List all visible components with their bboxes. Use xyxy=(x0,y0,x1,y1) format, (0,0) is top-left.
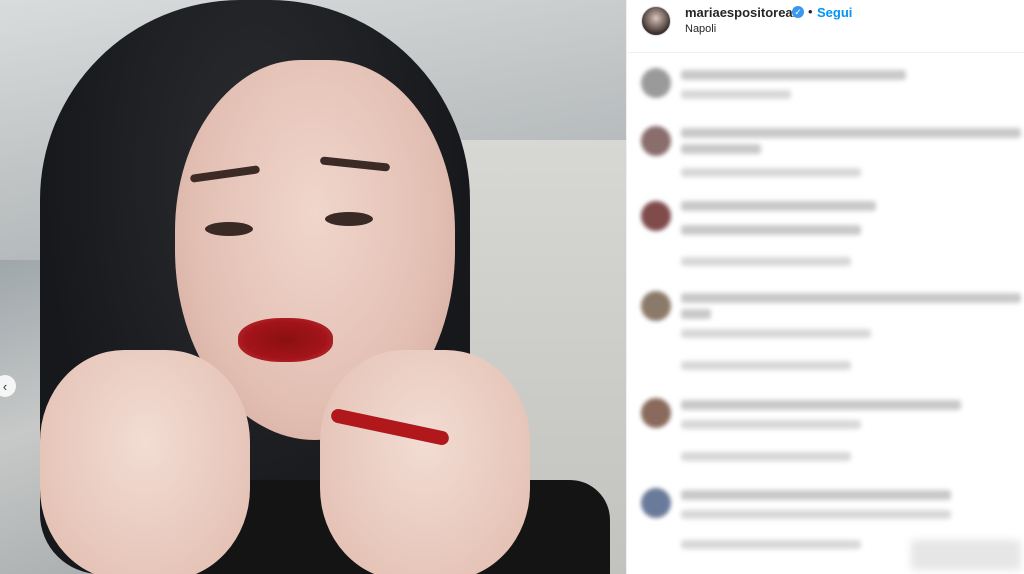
right-eye xyxy=(325,212,373,226)
mouth xyxy=(238,318,333,362)
blurred-comment-meta xyxy=(681,168,861,177)
blurred-comment-text xyxy=(681,128,1021,138)
blurred-comment-meta xyxy=(681,452,851,461)
left-eye xyxy=(205,222,253,236)
comment-item xyxy=(627,392,1024,472)
blurred-overlay xyxy=(911,540,1021,570)
commenter-avatar[interactable] xyxy=(641,68,671,98)
post-image: ‹ xyxy=(0,0,626,574)
blurred-comment-text xyxy=(681,400,961,410)
post-side-panel: mariaespositoreal ✓ • Segui Napoli xyxy=(626,0,1024,574)
blurred-comment-meta xyxy=(681,420,861,429)
post-header: mariaespositoreal ✓ • Segui Napoli xyxy=(627,0,1024,53)
username[interactable]: mariaespositoreal xyxy=(685,5,796,20)
blurred-comment-meta xyxy=(681,329,871,338)
blurred-comment-text xyxy=(681,490,951,500)
blurred-comment-text xyxy=(681,225,861,235)
follow-button[interactable]: Segui xyxy=(817,5,852,20)
blurred-comment-meta xyxy=(681,510,951,519)
blurred-comment-text xyxy=(681,309,711,319)
blurred-comment-meta xyxy=(681,90,791,99)
commenter-avatar[interactable] xyxy=(641,398,671,428)
blurred-comment-meta xyxy=(681,540,861,549)
verified-badge-icon: ✓ xyxy=(792,6,804,18)
commenter-avatar[interactable] xyxy=(641,201,671,231)
comment-item xyxy=(627,285,1024,380)
comment-item xyxy=(627,120,1024,190)
blurred-comment-meta xyxy=(681,257,851,266)
blurred-comment-text xyxy=(681,144,761,154)
commenter-avatar[interactable] xyxy=(641,488,671,518)
location-link[interactable]: Napoli xyxy=(685,23,716,35)
avatar[interactable] xyxy=(641,6,671,36)
chevron-left-icon[interactable]: ‹ xyxy=(0,375,16,397)
left-hand xyxy=(40,350,250,574)
separator-dot: • xyxy=(808,4,813,19)
commenter-avatar[interactable] xyxy=(641,126,671,156)
right-hand xyxy=(320,350,530,574)
blurred-comment-text xyxy=(681,201,876,211)
blurred-comment-meta xyxy=(681,361,851,370)
comment-item xyxy=(627,195,1024,275)
blurred-comment-text xyxy=(681,293,1021,303)
commenter-avatar[interactable] xyxy=(641,291,671,321)
comment-item xyxy=(627,62,1024,112)
blurred-comment-text xyxy=(681,70,906,80)
